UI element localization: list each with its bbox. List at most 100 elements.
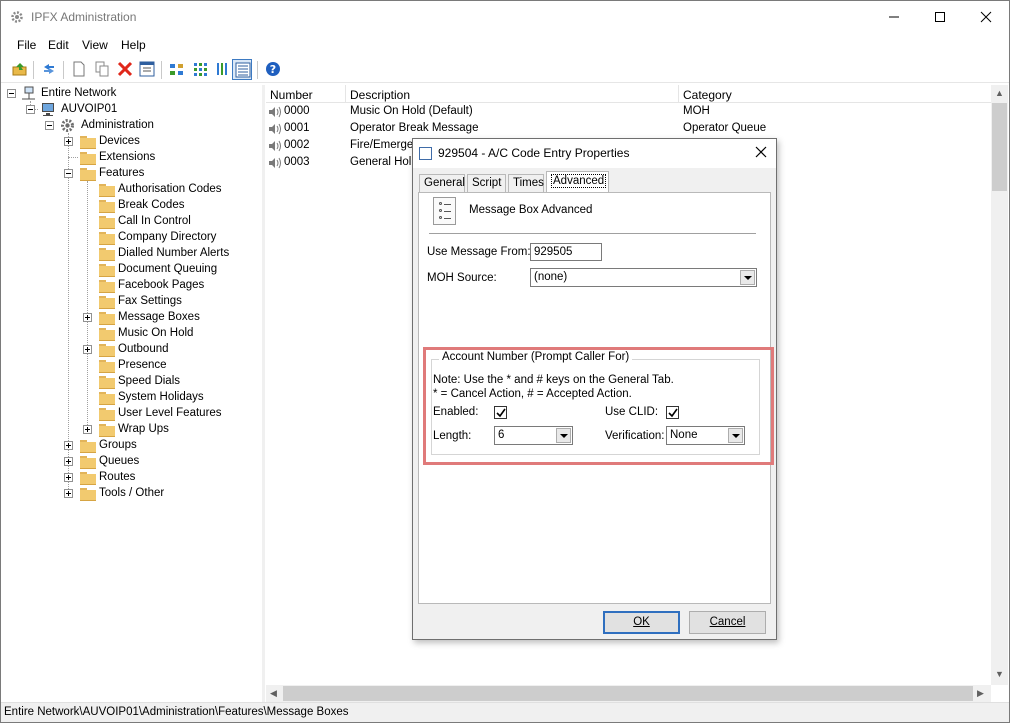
- minimize-button[interactable]: [871, 1, 917, 33]
- moh-source-select[interactable]: (none): [530, 268, 757, 287]
- expand-toggle[interactable]: [64, 457, 73, 466]
- tree-node-tools-other[interactable]: Tools / Other: [2, 486, 252, 502]
- properties-button[interactable]: [137, 59, 157, 80]
- table-row[interactable]: 0001 Operator Break Message Operator Que…: [266, 121, 991, 138]
- cell-description: General Holid: [350, 156, 421, 168]
- close-button[interactable]: [963, 1, 1009, 33]
- scroll-down-icon[interactable]: ▼: [995, 669, 1004, 679]
- tree-node-message-boxes[interactable]: Message Boxes: [2, 310, 252, 326]
- column-header-description[interactable]: Description: [346, 85, 679, 103]
- tree-node-music-on-hold[interactable]: Music On Hold: [2, 326, 252, 342]
- list-view-button[interactable]: [213, 59, 233, 80]
- tree-node-facebook-pages[interactable]: Facebook Pages: [2, 278, 252, 294]
- verification-select[interactable]: None: [666, 426, 745, 445]
- use-message-from-field[interactable]: 929505: [530, 243, 602, 261]
- help-button[interactable]: ?: [263, 59, 283, 80]
- details-view-icon: [235, 62, 251, 78]
- scroll-right-icon[interactable]: ▶: [977, 688, 984, 699]
- pane-splitter[interactable]: [262, 85, 265, 702]
- tree-node-server[interactable]: AUVOIP01: [2, 102, 252, 118]
- tree-node-company-directory[interactable]: Company Directory: [2, 230, 252, 246]
- tab-script[interactable]: Script: [467, 174, 506, 192]
- chevron-down-icon[interactable]: [728, 428, 743, 443]
- tree-node-speed-dials[interactable]: Speed Dials: [2, 374, 252, 390]
- tree-label: Extensions: [99, 151, 156, 163]
- scroll-left-icon[interactable]: ◀: [270, 688, 277, 699]
- speaker-icon: [269, 140, 281, 152]
- tree-node-queues[interactable]: Queues: [2, 454, 252, 470]
- copy-button[interactable]: [92, 59, 112, 80]
- expand-toggle[interactable]: [64, 137, 73, 146]
- scroll-thumb[interactable]: [283, 686, 973, 701]
- collapse-toggle[interactable]: [26, 105, 35, 114]
- tree-node-administration[interactable]: Administration: [2, 118, 252, 134]
- collapse-toggle[interactable]: [7, 89, 16, 98]
- tree-node-fax-settings[interactable]: Fax Settings: [2, 294, 252, 310]
- tab-label: Advanced: [551, 174, 607, 188]
- enabled-checkbox[interactable]: [494, 406, 507, 419]
- ok-button[interactable]: OK: [603, 611, 680, 634]
- maximize-button[interactable]: [917, 1, 963, 33]
- tree-node-features[interactable]: Features: [2, 166, 252, 182]
- tree-node-dialled-number-alerts[interactable]: Dialled Number Alerts: [2, 246, 252, 262]
- menu-help[interactable]: Help: [121, 38, 146, 52]
- small-icons-view-button[interactable]: [190, 59, 210, 80]
- length-value: 6: [498, 429, 505, 441]
- menu-file[interactable]: File: [17, 38, 36, 52]
- tree-node-outbound[interactable]: Outbound: [2, 342, 252, 358]
- folder-icon: [80, 472, 96, 485]
- tree-node-user-level-features[interactable]: User Level Features: [2, 406, 252, 422]
- minimize-icon: [889, 16, 899, 18]
- tab-advanced[interactable]: Advanced: [546, 171, 609, 193]
- chevron-down-icon[interactable]: [740, 270, 755, 285]
- expand-toggle[interactable]: [83, 425, 92, 434]
- expand-toggle[interactable]: [83, 345, 92, 354]
- tab-times[interactable]: Times: [508, 174, 544, 192]
- delete-button[interactable]: [115, 59, 135, 80]
- close-icon[interactable]: [753, 144, 769, 160]
- expand-toggle[interactable]: [83, 313, 92, 322]
- use-clid-checkbox[interactable]: [666, 406, 679, 419]
- menu-edit[interactable]: Edit: [48, 38, 69, 52]
- column-header-number[interactable]: Number: [266, 85, 346, 103]
- folder-icon: [99, 232, 115, 245]
- scroll-up-icon[interactable]: ▲: [995, 88, 1004, 98]
- navigation-tree: Entire Network AUVOIP01 Administration D…: [2, 85, 261, 702]
- tree-node-routes[interactable]: Routes: [2, 470, 252, 486]
- collapse-toggle[interactable]: [45, 121, 54, 130]
- tree-node-system-holidays[interactable]: System Holidays: [2, 390, 252, 406]
- open-folder-button[interactable]: [10, 59, 30, 80]
- table-row[interactable]: 0000 Music On Hold (Default) MOH: [266, 104, 991, 121]
- tree-label: Tools / Other: [99, 487, 165, 499]
- tree-node-extensions[interactable]: Extensions: [2, 150, 252, 166]
- status-bar: Entire Network\AUVOIP01\Administration\F…: [1, 702, 1009, 722]
- cancel-button[interactable]: Cancel: [689, 611, 766, 634]
- expand-toggle[interactable]: [64, 473, 73, 482]
- use-clid-label: Use CLID:: [605, 406, 659, 418]
- horizontal-scrollbar[interactable]: ◀ ▶: [266, 685, 991, 702]
- new-button[interactable]: [69, 59, 89, 80]
- details-view-button[interactable]: [232, 59, 252, 80]
- tree-node-devices[interactable]: Devices: [2, 134, 252, 150]
- tree-node-document-queuing[interactable]: Document Queuing: [2, 262, 252, 278]
- tree-node-groups[interactable]: Groups: [2, 438, 252, 454]
- tree-node-entire-network[interactable]: Entire Network: [2, 86, 252, 102]
- tab-general[interactable]: General: [419, 174, 465, 192]
- scroll-thumb[interactable]: [992, 103, 1007, 191]
- expand-toggle[interactable]: [64, 441, 73, 450]
- collapse-toggle[interactable]: [64, 169, 73, 178]
- large-icons-view-button[interactable]: [167, 59, 187, 80]
- menu-view[interactable]: View: [82, 38, 108, 52]
- tree-node-wrap-ups[interactable]: Wrap Ups: [2, 422, 252, 438]
- vertical-scrollbar[interactable]: ▲ ▼: [991, 85, 1008, 685]
- refresh-button[interactable]: [39, 59, 59, 80]
- tree-node-break-codes[interactable]: Break Codes: [2, 198, 252, 214]
- tree-node-authorisation-codes[interactable]: Authorisation Codes: [2, 182, 252, 198]
- chevron-down-icon[interactable]: [556, 428, 571, 443]
- column-header-category[interactable]: Category: [679, 85, 991, 103]
- expand-toggle[interactable]: [64, 489, 73, 498]
- window-title: IPFX Administration: [31, 10, 137, 24]
- tree-node-presence[interactable]: Presence: [2, 358, 252, 374]
- length-select[interactable]: 6: [494, 426, 573, 445]
- tree-node-call-in-control[interactable]: Call In Control: [2, 214, 252, 230]
